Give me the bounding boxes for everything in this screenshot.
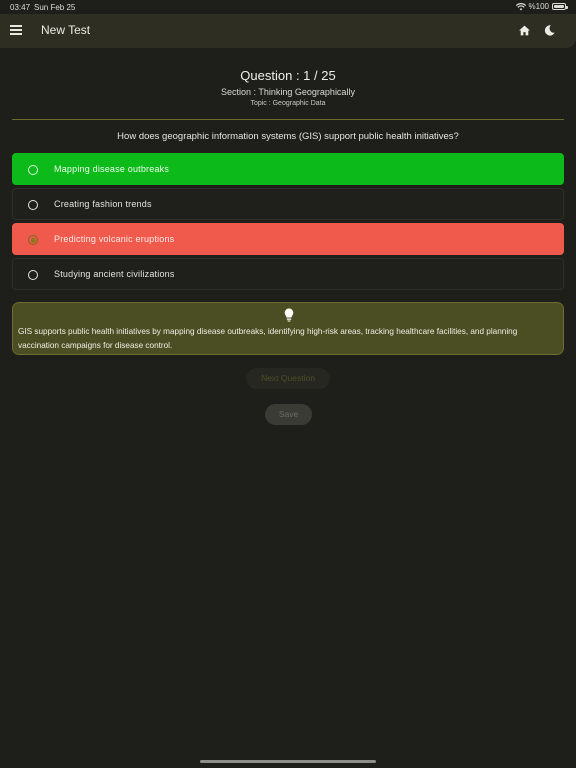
menu-icon[interactable]: [10, 25, 22, 35]
save-button[interactable]: Save: [265, 404, 312, 425]
option-1[interactable]: Mapping disease outbreaks: [12, 153, 564, 185]
wifi-icon: [515, 2, 526, 10]
explanation-box: GIS supports public health initiatives b…: [12, 302, 564, 355]
option-2[interactable]: Creating fashion trends: [12, 188, 564, 220]
moon-icon[interactable]: [543, 24, 556, 37]
app-title: New Test: [41, 23, 91, 37]
status-date: Sun Feb 25: [34, 3, 76, 12]
status-bar: 03:47 Sun Feb 25 %100: [0, 0, 576, 14]
explanation-text: GIS supports public health initiatives b…: [18, 327, 518, 350]
status-time: 03:47: [10, 3, 31, 12]
option-label: Predicting volcanic eruptions: [54, 234, 175, 244]
question-header: Question : 1 / 25 Section : Thinking Geo…: [0, 68, 576, 107]
option-4[interactable]: Studying ancient civilizations: [12, 258, 564, 290]
option-label: Studying ancient civilizations: [54, 269, 175, 279]
question-topic: Topic : Geographic Data: [250, 100, 326, 107]
radio-button-selected[interactable]: [28, 235, 38, 245]
radio-button[interactable]: [28, 165, 38, 175]
question-section: Section : Thinking Geographically: [221, 87, 355, 97]
option-label: Creating fashion trends: [54, 199, 152, 209]
option-label: Mapping disease outbreaks: [54, 164, 170, 174]
radio-button[interactable]: [28, 270, 38, 280]
divider: [12, 119, 564, 120]
radio-button[interactable]: [28, 200, 38, 210]
home-icon[interactable]: [518, 24, 531, 37]
question-text: How does geographic information systems …: [117, 131, 459, 142]
lightbulb-icon: [284, 308, 294, 322]
option-3[interactable]: Predicting volcanic eruptions: [12, 223, 564, 255]
status-right: %100: [515, 2, 568, 11]
app-bar: New Test: [0, 14, 576, 48]
question-number: Question : 1 / 25: [240, 68, 336, 83]
next-question-button[interactable]: Next Question: [246, 368, 330, 389]
home-indicator[interactable]: [200, 760, 376, 763]
battery-icon: [552, 3, 568, 10]
battery-percent: %100: [528, 2, 549, 11]
